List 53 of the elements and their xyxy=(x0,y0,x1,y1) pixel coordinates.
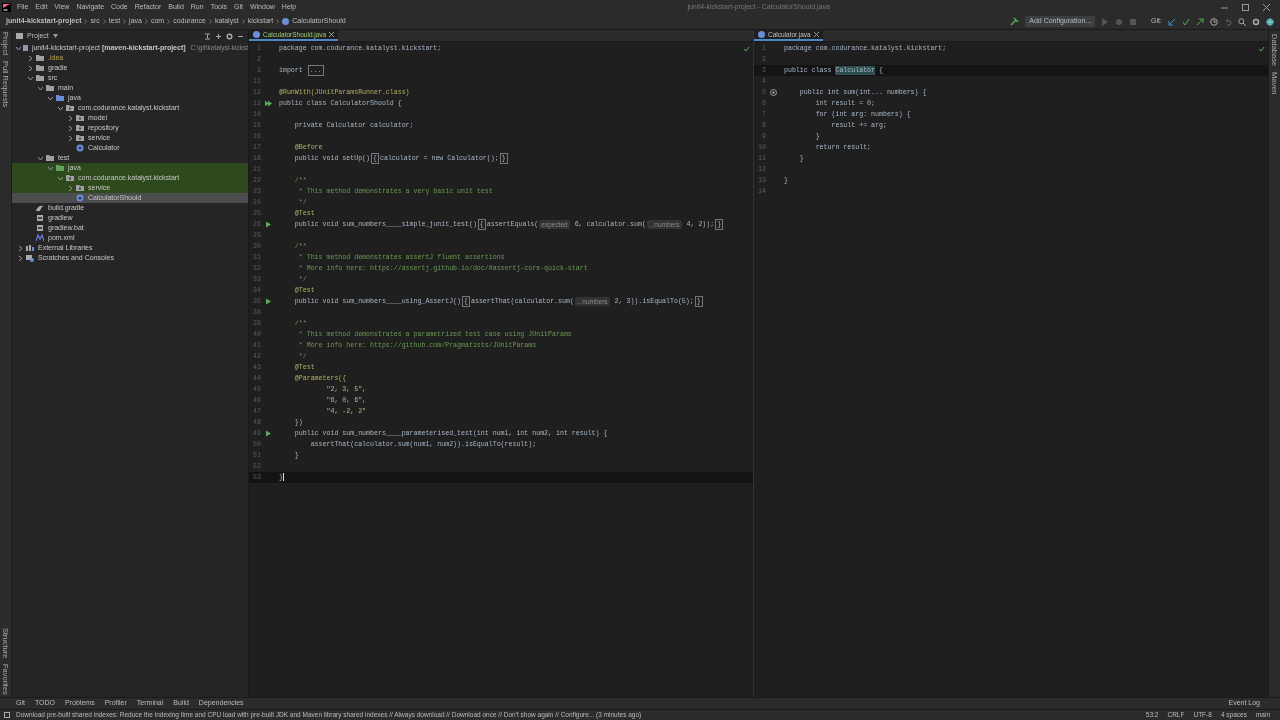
chevron-icon xyxy=(144,19,148,24)
clock-icon[interactable] xyxy=(1210,17,1218,26)
file-icon xyxy=(36,224,44,232)
package-icon xyxy=(66,104,74,112)
run-all-icon[interactable] xyxy=(265,100,272,107)
class-icon xyxy=(76,144,84,152)
chevron-icon xyxy=(84,19,88,24)
chevron-icon xyxy=(102,19,106,24)
close-icon[interactable] xyxy=(1263,3,1270,11)
run-icon[interactable] xyxy=(265,298,272,305)
package-icon xyxy=(76,184,84,192)
chevron-icon xyxy=(241,19,245,24)
scratch-icon xyxy=(26,254,34,262)
class-icon xyxy=(76,194,84,202)
run-icon[interactable] xyxy=(265,430,272,437)
chevron-icon xyxy=(208,19,212,24)
globe-icon[interactable] xyxy=(1266,17,1274,26)
check-icon xyxy=(1258,46,1265,52)
hammer-icon[interactable] xyxy=(1010,17,1020,26)
push-arrow-icon[interactable] xyxy=(1196,17,1204,26)
collapsed-chevron-icon[interactable] xyxy=(67,185,73,191)
close-icon[interactable] xyxy=(329,32,335,37)
class-icon xyxy=(758,31,765,38)
settings-icon[interactable] xyxy=(1252,17,1260,26)
run-icon[interactable] xyxy=(265,221,272,228)
folder-icon xyxy=(16,33,23,39)
expand-all-icon[interactable] xyxy=(215,32,222,40)
search-icon[interactable] xyxy=(1238,17,1246,26)
maven-icon xyxy=(36,234,44,242)
collapse-all-icon[interactable] xyxy=(204,32,211,40)
maximize-icon[interactable] xyxy=(1242,3,1249,11)
chevron-icon xyxy=(167,19,171,24)
check-icon xyxy=(743,46,750,52)
package-icon xyxy=(76,124,84,132)
module-icon xyxy=(23,44,28,52)
package-icon xyxy=(66,174,74,182)
class-icon xyxy=(253,31,260,38)
library-icon xyxy=(26,244,34,252)
check-icon[interactable] xyxy=(1182,17,1190,26)
package-icon xyxy=(76,134,84,142)
text-caret xyxy=(282,473,284,482)
update-arrow-icon[interactable] xyxy=(1168,17,1176,26)
expanded-chevron-icon[interactable] xyxy=(16,45,21,51)
close-icon[interactable] xyxy=(813,32,819,37)
chevron-icon xyxy=(276,19,280,24)
package-icon xyxy=(76,114,84,122)
caret-icon[interactable] xyxy=(52,34,58,38)
chevron-icon xyxy=(123,19,127,24)
implementation-icon[interactable] xyxy=(770,89,777,96)
class-icon xyxy=(282,18,290,25)
file-icon xyxy=(36,214,44,222)
app-logo-icon xyxy=(2,2,11,12)
settings-icon[interactable] xyxy=(226,32,233,40)
